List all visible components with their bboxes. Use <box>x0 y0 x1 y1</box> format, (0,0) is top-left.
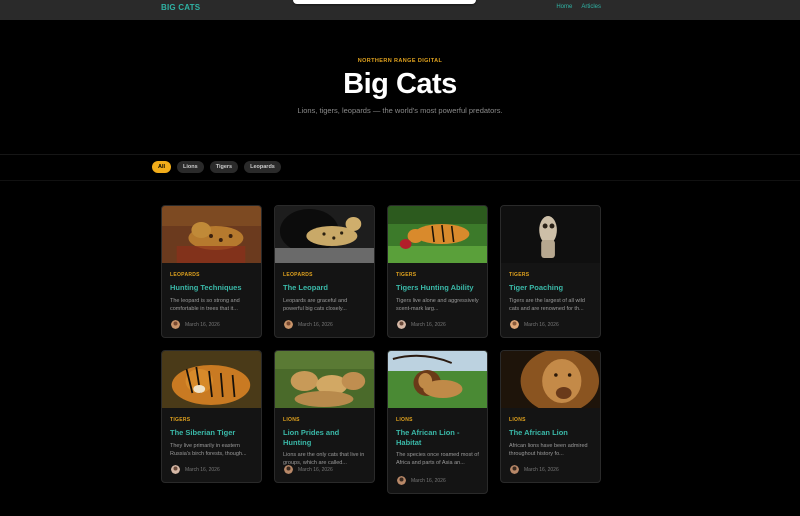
article-card[interactable]: TIGERS Tigers Hunting Ability Tigers liv… <box>387 205 488 338</box>
article-date: March 16, 2026 <box>411 477 446 484</box>
article-excerpt: African lions have been admired througho… <box>509 442 588 457</box>
article-title[interactable]: The African Lion - Habitat <box>396 428 479 447</box>
search-popover-edge <box>293 0 476 4</box>
article-category: TIGERS <box>170 417 191 423</box>
article-date: March 16, 2026 <box>411 321 446 328</box>
article-category: LEOPARDS <box>170 272 200 278</box>
hero-section: NORTHERN RANGE DIGITAL Big Cats Lions, t… <box>0 20 800 155</box>
article-meta: March 16, 2026 <box>171 320 220 329</box>
author-avatar <box>171 320 180 329</box>
article-thumbnail <box>501 351 600 408</box>
article-date: March 16, 2026 <box>298 466 333 473</box>
article-meta: March 16, 2026 <box>397 476 446 485</box>
author-avatar <box>284 465 293 474</box>
divider <box>0 180 800 181</box>
article-date: March 16, 2026 <box>524 321 559 328</box>
nav-links: Home Articles <box>556 4 601 10</box>
article-card[interactable]: LIONS The African Lion African lions hav… <box>500 350 601 483</box>
article-card[interactable]: TIGERS The Siberian Tiger They live prim… <box>161 350 262 483</box>
author-avatar <box>510 320 519 329</box>
article-excerpt: Tigers live alone and aggressively scent… <box>396 297 479 312</box>
hero-eyebrow: NORTHERN RANGE DIGITAL <box>357 58 443 64</box>
article-date: March 16, 2026 <box>185 321 220 328</box>
brand-logo[interactable]: BIG CATS <box>161 3 200 12</box>
article-card[interactable]: TIGERS Tiger Poaching Tigers are the lar… <box>500 205 601 338</box>
article-title[interactable]: Tiger Poaching <box>509 283 592 293</box>
article-meta: March 16, 2026 <box>284 320 333 329</box>
article-card[interactable]: LEOPARDS The Leopard Leopards are gracef… <box>274 205 375 338</box>
article-thumbnail <box>388 351 487 408</box>
article-title[interactable]: Tigers Hunting Ability <box>396 283 479 293</box>
filter-all[interactable]: All <box>152 161 172 173</box>
author-avatar <box>284 320 293 329</box>
article-date: March 16, 2026 <box>298 321 333 328</box>
article-meta: March 16, 2026 <box>510 320 559 329</box>
article-title[interactable]: Hunting Techniques <box>170 283 253 293</box>
author-avatar <box>397 476 406 485</box>
nav-link-home[interactable]: Home <box>556 4 572 10</box>
article-excerpt: The species once roamed most of Africa a… <box>396 452 479 466</box>
article-thumbnail <box>275 351 374 408</box>
article-title[interactable]: Lion Prides and Hunting <box>283 428 366 447</box>
article-title[interactable]: The African Lion <box>509 428 592 438</box>
filter-lions[interactable]: Lions <box>177 161 204 173</box>
article-category: LIONS <box>396 417 413 423</box>
article-excerpt: Tigers are the largest of all wild cats … <box>509 297 585 312</box>
article-category: LIONS <box>509 417 526 423</box>
article-category: LIONS <box>283 417 300 423</box>
hero-subtitle: Lions, tigers, leopards — the world's mo… <box>297 106 503 115</box>
article-title[interactable]: The Leopard <box>283 283 366 293</box>
author-avatar <box>510 465 519 474</box>
article-meta: March 16, 2026 <box>284 465 333 474</box>
article-meta: March 16, 2026 <box>397 320 446 329</box>
article-excerpt: Leopards are graceful and powerful big c… <box>283 297 348 312</box>
page-title: Big Cats <box>343 68 457 100</box>
article-category: LEOPARDS <box>283 272 313 278</box>
article-date: March 16, 2026 <box>185 466 220 473</box>
article-thumbnail <box>388 206 487 263</box>
filter-tigers[interactable]: Tigers <box>209 161 239 173</box>
article-thumbnail <box>162 206 261 263</box>
article-card[interactable]: LEOPARDS Hunting Techniques The leopard … <box>161 205 262 338</box>
article-excerpt: The leopard is so strong and comfortable… <box>170 297 240 312</box>
filter-leopards[interactable]: Leopards <box>244 161 281 173</box>
article-card[interactable]: LIONS The African Lion - Habitat The spe… <box>387 350 488 494</box>
article-excerpt: They live primarily in eastern Russia's … <box>170 442 247 457</box>
article-category: TIGERS <box>396 272 417 278</box>
article-title[interactable]: The Siberian Tiger <box>170 428 253 438</box>
top-navbar: BIG CATS Home Articles <box>0 0 800 20</box>
author-avatar <box>397 320 406 329</box>
article-thumbnail <box>275 206 374 263</box>
article-thumbnail <box>162 351 261 408</box>
article-meta: March 16, 2026 <box>510 465 559 474</box>
article-grid: LEOPARDS Hunting Techniques The leopard … <box>161 205 602 494</box>
article-meta: March 16, 2026 <box>171 465 220 474</box>
article-category: TIGERS <box>509 272 530 278</box>
article-card[interactable]: LIONS Lion Prides and Hunting Lions are … <box>274 350 375 483</box>
author-avatar <box>171 465 180 474</box>
nav-link-articles[interactable]: Articles <box>581 4 601 10</box>
article-thumbnail <box>501 206 600 263</box>
category-filters: All Lions Tigers Leopards <box>152 161 281 173</box>
article-date: March 16, 2026 <box>524 466 559 473</box>
